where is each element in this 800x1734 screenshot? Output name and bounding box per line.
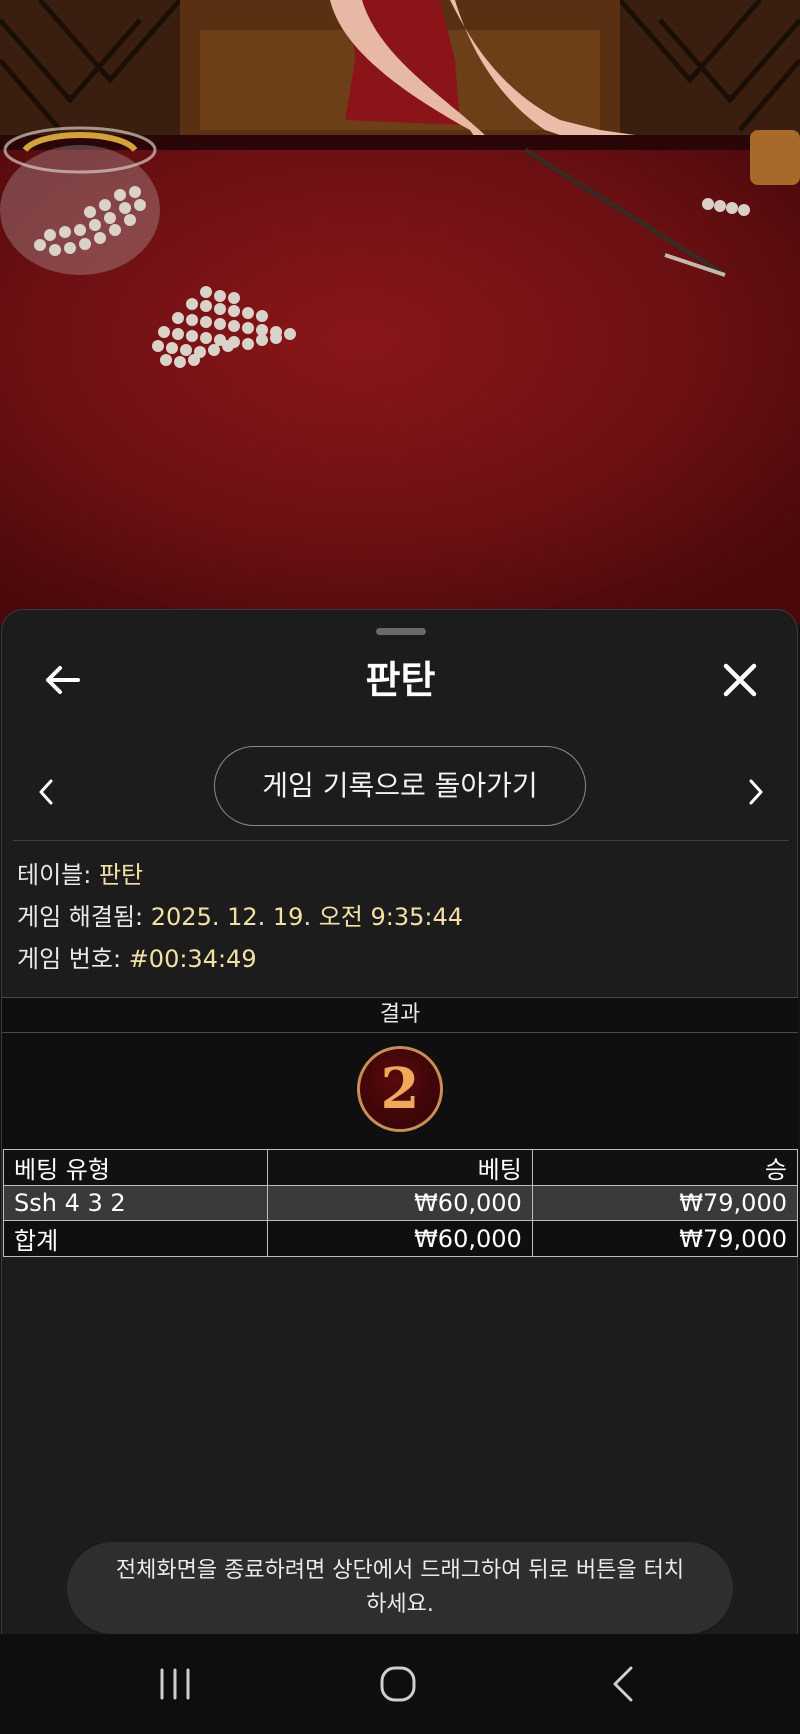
result-panel: 2 <box>2 1033 798 1149</box>
total-win: ₩79,000 <box>531 1220 799 1257</box>
next-game-button[interactable] <box>734 770 778 814</box>
sheet-drag-handle[interactable] <box>376 628 426 635</box>
bet-amount-cell: ₩60,000 <box>267 1185 533 1221</box>
close-button[interactable] <box>714 654 766 706</box>
divider <box>13 840 789 841</box>
sheet-title: 판탄 <box>365 658 436 702</box>
fullscreen-hint-toast: 전체화면을 종료하려면 상단에서 드래그하여 뒤로 버튼을 터치하세요. <box>67 1542 733 1634</box>
system-back-button[interactable] <box>583 1654 663 1714</box>
total-label: 합계 <box>2 1220 269 1257</box>
info-game-number-value: #00:34:49 <box>128 945 257 973</box>
info-resolved-label: 게임 해결됨: <box>17 903 144 931</box>
recent-apps-button[interactable] <box>135 1654 215 1714</box>
col-win: 승 <box>531 1149 799 1186</box>
result-header: 결과 <box>2 997 798 1033</box>
home-icon <box>380 1666 416 1702</box>
back-to-history-button[interactable]: 게임 기록으로 돌아가기 <box>214 746 586 826</box>
previous-game-button[interactable] <box>24 770 68 814</box>
system-navigation-bar <box>0 1634 800 1734</box>
info-table: 테이블: 판탄 <box>17 857 143 893</box>
home-button[interactable] <box>358 1654 438 1714</box>
table-row: Ssh 4 3 2 ₩60,000 ₩79,000 <box>2 1185 799 1221</box>
info-resolved-value: 2025. 12. 19. 오전 9:35:44 <box>150 903 464 931</box>
close-icon <box>723 663 757 697</box>
info-table-label: 테이블: <box>17 861 92 889</box>
bet-type-cell: Ssh 4 3 2 <box>2 1185 269 1221</box>
fantan-table-scene <box>0 0 800 625</box>
result-number-badge: 2 <box>357 1046 443 1132</box>
col-bet-type: 베팅 유형 <box>2 1149 269 1186</box>
result-number: 2 <box>380 1056 420 1122</box>
chevron-left-icon <box>39 779 53 805</box>
total-row: 합계 ₩60,000 ₩79,000 <box>2 1220 799 1257</box>
game-detail-sheet: 판탄 게임 기록으로 돌아가기 테이블: 판탄 게임 해결됨: 2025. 12… <box>1 609 799 1634</box>
col-bet: 베팅 <box>267 1149 533 1186</box>
live-video-feed <box>0 0 800 625</box>
win-amount-cell: ₩79,000 <box>531 1185 799 1221</box>
info-resolved: 게임 해결됨: 2025. 12. 19. 오전 9:35:44 <box>17 899 463 935</box>
info-table-value: 판탄 <box>98 861 144 889</box>
system-back-icon <box>613 1666 633 1702</box>
info-game-number: 게임 번호: #00:34:49 <box>17 941 257 977</box>
bet-table: 베팅 유형 베팅 승 Ssh 4 3 2 ₩60,000 ₩79,000 합계 … <box>2 1149 799 1257</box>
chevron-right-icon <box>749 779 763 805</box>
total-bet: ₩60,000 <box>267 1220 533 1257</box>
recent-apps-icon <box>160 1668 190 1700</box>
info-game-number-label: 게임 번호: <box>17 945 122 973</box>
toast-message: 전체화면을 종료하려면 상단에서 드래그하여 뒤로 버튼을 터치하세요. <box>115 1558 685 1617</box>
bet-table-header: 베팅 유형 베팅 승 <box>2 1149 799 1186</box>
